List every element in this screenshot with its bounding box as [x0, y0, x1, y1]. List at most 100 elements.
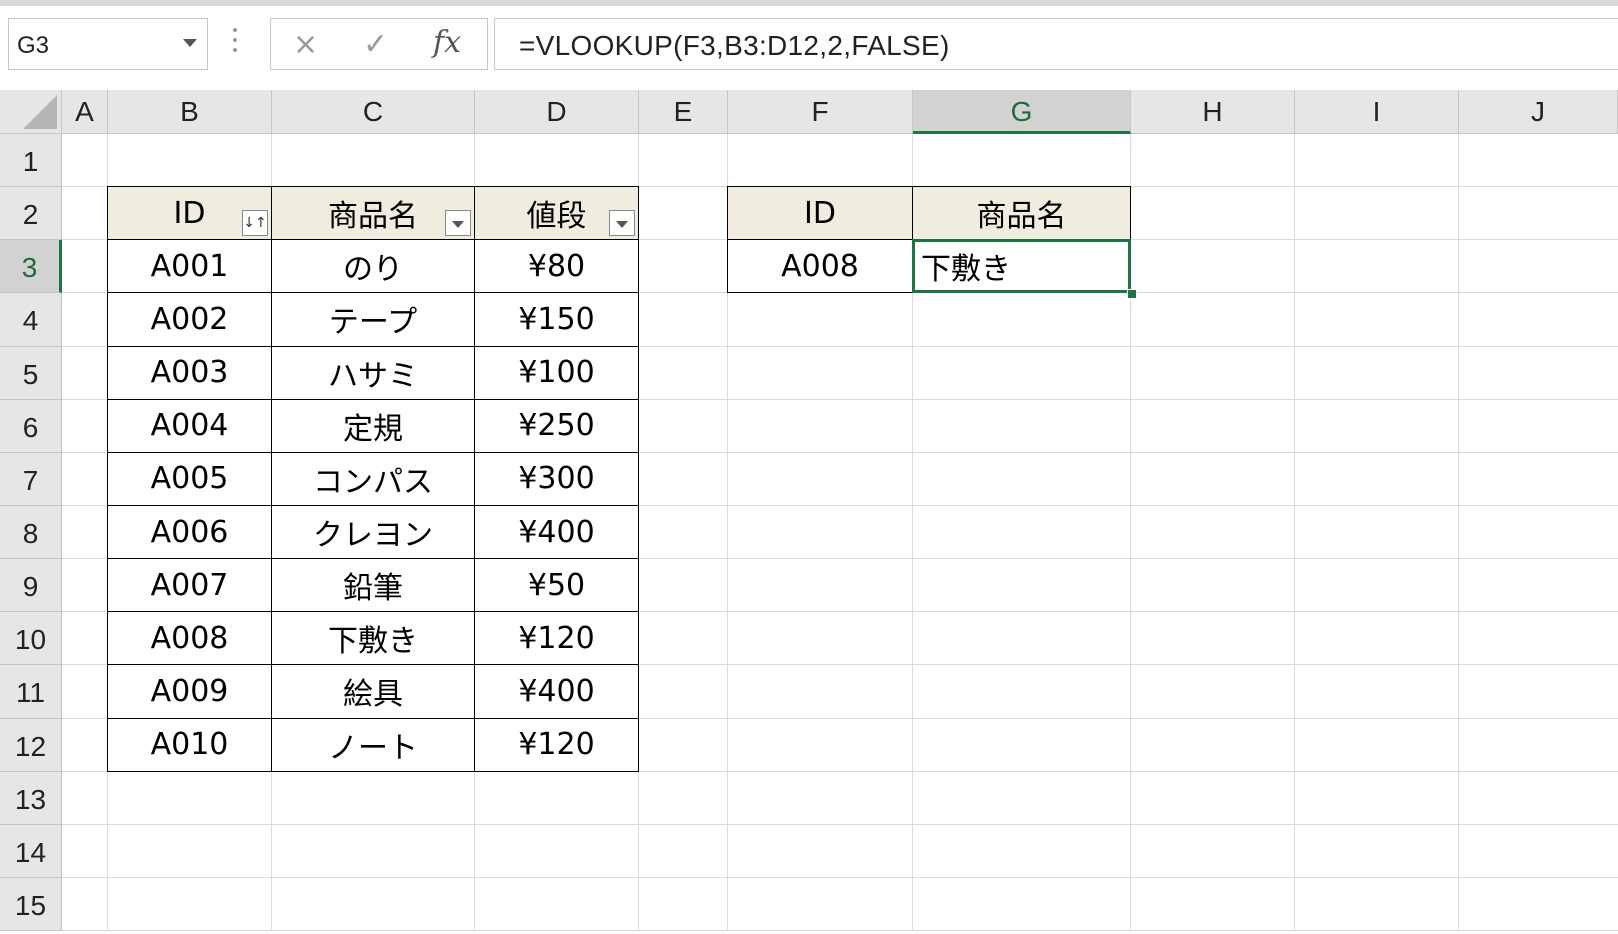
table-cell[interactable]: A008 — [107, 611, 272, 666]
column-header-h[interactable]: H — [1131, 90, 1295, 134]
table-cell-text: A007 — [150, 567, 229, 603]
table-cell[interactable]: A003 — [107, 345, 272, 400]
table-cell-text: ¥50 — [527, 567, 586, 603]
grid-hline — [62, 930, 1618, 932]
table-cell[interactable]: ¥300 — [474, 451, 639, 506]
row-header-6[interactable]: 6 — [0, 399, 62, 453]
table-cell[interactable]: A010 — [107, 717, 272, 772]
grid-hline — [62, 876, 1618, 878]
enter-check-icon[interactable]: ✓ — [363, 27, 388, 62]
row-header-9[interactable]: 9 — [0, 559, 62, 613]
filter-dropdown-button[interactable] — [445, 210, 471, 237]
row-header-11[interactable]: 11 — [0, 665, 62, 719]
column-header-b[interactable]: B — [108, 90, 272, 134]
table-cell[interactable]: ¥250 — [474, 398, 639, 453]
table-cell[interactable]: ¥50 — [474, 558, 639, 613]
lookup-header-cell[interactable]: ID — [727, 186, 913, 241]
table-cell[interactable]: ノート — [271, 717, 475, 772]
table-cell-text: 鉛筆 — [343, 571, 403, 607]
table-cell-text: ¥400 — [518, 514, 595, 550]
table-cell[interactable]: ¥100 — [474, 345, 639, 400]
formula-buttons: × ✓ fx — [270, 18, 488, 70]
table-cell[interactable]: コンパス — [271, 451, 475, 506]
row-header-10[interactable]: 10 — [0, 612, 62, 666]
table-cell[interactable]: ¥400 — [474, 664, 639, 719]
cancel-icon[interactable]: × — [293, 27, 318, 62]
lookup-header-cell[interactable]: 商品名 — [912, 186, 1131, 241]
row-header-2[interactable]: 2 — [0, 187, 62, 241]
table-cell-text: ノート — [328, 730, 418, 766]
table-cell-text: A009 — [150, 673, 229, 709]
column-header-i[interactable]: I — [1295, 90, 1459, 134]
column-header-e[interactable]: E — [639, 90, 728, 134]
table-cell[interactable]: ハサミ — [271, 345, 475, 400]
select-all-button[interactable] — [0, 90, 62, 134]
chevron-down-icon — [616, 220, 628, 228]
lookup-id-cell-text: A008 — [781, 248, 859, 284]
formula-bar: G3 × ✓ fx =VLOOKUP(F3,B3:D12,2,FALSE) — [0, 6, 1618, 90]
fill-handle[interactable] — [1127, 289, 1137, 300]
active-cell-g3[interactable]: 下敷き — [912, 239, 1131, 294]
table-cell[interactable]: 定規 — [271, 398, 475, 453]
table-cell[interactable]: A004 — [107, 398, 272, 453]
column-header-f[interactable]: F — [728, 90, 913, 134]
table-cell-text: ¥120 — [518, 620, 595, 656]
table-header-cell-text: 商品名 — [328, 199, 418, 235]
lookup-id-cell[interactable]: A008 — [727, 239, 913, 294]
grid-vline — [1294, 134, 1295, 930]
row-header-5[interactable]: 5 — [0, 346, 62, 400]
column-header-a[interactable]: A — [62, 90, 108, 134]
table-cell[interactable]: のり — [271, 239, 475, 294]
row-header-7[interactable]: 7 — [0, 452, 62, 506]
table-header-cell[interactable]: 商品名 — [271, 186, 475, 241]
table-cell[interactable]: A006 — [107, 504, 272, 560]
row-header-1[interactable]: 1 — [0, 134, 62, 188]
filter-dropdown-button[interactable] — [609, 210, 635, 237]
table-cell[interactable]: 鉛筆 — [271, 558, 475, 613]
table-cell-text: テープ — [328, 305, 418, 341]
chevron-down-icon[interactable] — [183, 39, 197, 47]
table-cell[interactable]: A005 — [107, 451, 272, 506]
formula-input[interactable]: =VLOOKUP(F3,B3:D12,2,FALSE) — [494, 18, 1618, 70]
table-cell[interactable]: 絵具 — [271, 664, 475, 719]
table-cell-text: コンパス — [313, 464, 433, 500]
table-cell-text: ¥250 — [518, 408, 595, 444]
table-cell[interactable]: クレヨン — [271, 504, 475, 560]
row-header-8[interactable]: 8 — [0, 505, 62, 560]
table-cell[interactable]: A001 — [107, 239, 272, 294]
table-cell-text: ¥120 — [518, 727, 595, 763]
table-cell[interactable]: ¥120 — [474, 611, 639, 666]
more-options-icon[interactable] — [232, 28, 238, 58]
row-header-4[interactable]: 4 — [0, 293, 62, 347]
insert-function-icon[interactable]: fx — [433, 25, 461, 60]
sort-filter-button[interactable]: ↓↑ — [242, 210, 268, 237]
row-header-12[interactable]: 12 — [0, 718, 62, 772]
table-cell[interactable]: ¥120 — [474, 717, 639, 772]
chevron-down-icon — [452, 220, 464, 228]
column-header-d[interactable]: D — [475, 90, 639, 134]
row-header-13[interactable]: 13 — [0, 771, 62, 825]
row-header-14[interactable]: 14 — [0, 824, 62, 878]
table-header-cell[interactable]: ID ↓↑ — [107, 186, 272, 241]
column-header-c[interactable]: C — [272, 90, 475, 134]
table-cell[interactable]: ¥80 — [474, 239, 639, 294]
table-cell-text: ¥150 — [518, 301, 595, 337]
name-box[interactable]: G3 — [8, 18, 208, 70]
table-cell-text: ハサミ — [328, 358, 418, 394]
table-cell-text: 定規 — [343, 411, 403, 447]
table-cell[interactable]: A002 — [107, 292, 272, 347]
table-cell[interactable]: A009 — [107, 664, 272, 719]
table-cell[interactable]: A007 — [107, 558, 272, 613]
table-cell[interactable]: ¥150 — [474, 292, 639, 347]
table-header-cell-text: ID — [173, 195, 206, 231]
column-header-j[interactable]: J — [1459, 90, 1618, 134]
table-cell-text: ¥400 — [518, 673, 595, 709]
table-cell-text: A005 — [150, 461, 229, 497]
table-cell[interactable]: 下敷き — [271, 611, 475, 666]
table-cell[interactable]: テープ — [271, 292, 475, 347]
row-header-15[interactable]: 15 — [0, 877, 62, 932]
row-header-3[interactable]: 3 — [0, 240, 62, 294]
table-header-cell[interactable]: 値段 — [474, 186, 639, 241]
column-header-g[interactable]: G — [913, 90, 1131, 134]
table-cell[interactable]: ¥400 — [474, 504, 639, 560]
